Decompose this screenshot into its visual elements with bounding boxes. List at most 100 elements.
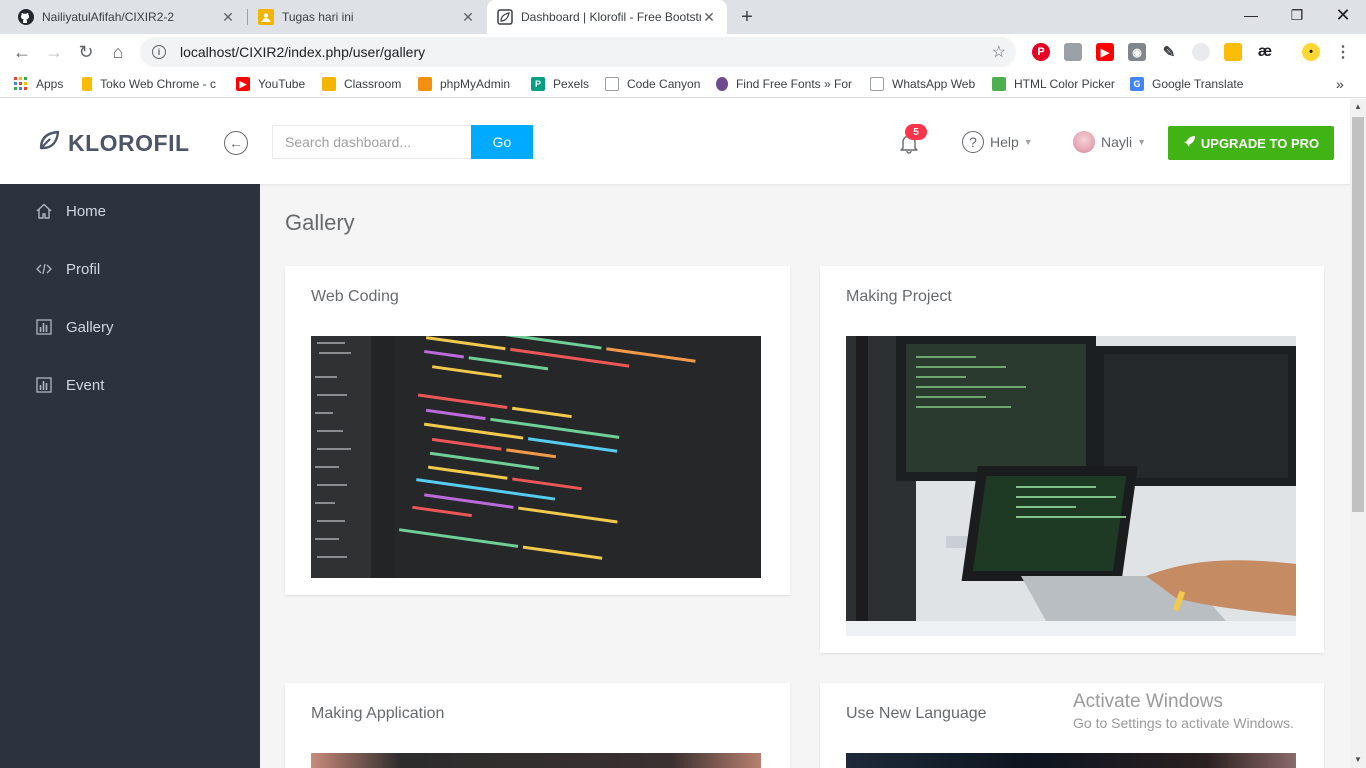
bookmark-webstore[interactable]: Toko Web Chrome - c [82, 75, 216, 93]
brand-logo[interactable]: KLOROFIL [38, 129, 190, 157]
avatar [1073, 131, 1095, 153]
bookmark-label: Find Free Fonts » For [735, 77, 852, 91]
profile-icon[interactable]: • [1302, 43, 1320, 61]
bookmark-codecanyon[interactable]: Code Canyon [605, 75, 700, 93]
classroom-icon [322, 77, 336, 91]
page-scrollbar[interactable]: ▲ ▼ [1350, 99, 1366, 768]
camera-icon[interactable]: ◉ [1128, 43, 1146, 61]
restore-button[interactable]: ❐ [1274, 0, 1320, 30]
question-icon: ? [962, 131, 984, 153]
user-name: Nayli [1101, 134, 1133, 150]
bookmark-star-icon[interactable]: ☆ [992, 42, 1006, 62]
main-content: Gallery Web Coding Making Project Making… [260, 184, 1350, 768]
color-picker-icon [992, 77, 1006, 91]
bookmark-youtube[interactable]: ▶ YouTube [236, 75, 305, 93]
home-button[interactable]: ⌂ [106, 40, 130, 64]
close-window-button[interactable]: ✕ [1320, 0, 1366, 30]
page-viewport: KLOROFIL ← Search dashboard... Go 5 ? He… [0, 99, 1366, 768]
bookmark-label: phpMyAdmin [440, 77, 511, 91]
bookmark-colorpicker[interactable]: HTML Color Picker [992, 75, 1115, 93]
close-tab-icon[interactable]: ✕ [460, 9, 476, 25]
new-tab-button[interactable]: + [735, 5, 759, 29]
sidebar-item-label: Gallery [66, 318, 114, 336]
bookmark-label: WhatsApp Web [892, 77, 976, 91]
upgrade-label: UPGRADE TO PRO [1200, 135, 1320, 151]
code-screenshot-image [311, 336, 761, 578]
bookmarks-overflow-icon[interactable]: » [1336, 75, 1344, 93]
page-title: Gallery [285, 210, 355, 235]
gallery-card: Making Application [285, 683, 790, 768]
brand-name: KLOROFIL [68, 129, 190, 156]
page-icon [605, 77, 619, 91]
card-title: Making Project [846, 288, 952, 305]
language-photo-image [846, 753, 1296, 768]
back-button[interactable]: ← [10, 40, 34, 64]
bookmark-label: Toko Web Chrome - c [100, 77, 216, 91]
notification-count-badge: 5 [905, 124, 927, 140]
gallery-card: Web Coding [285, 266, 790, 595]
bookmark-label: Classroom [344, 77, 402, 91]
scroll-down-icon[interactable]: ▼ [1354, 756, 1362, 764]
reload-button[interactable]: ↻ [74, 40, 98, 64]
info-icon[interactable]: i [152, 45, 166, 59]
pen-icon[interactable]: ✎ [1160, 43, 1178, 61]
ae-extension-icon[interactable]: æ [1256, 43, 1274, 61]
bookmark-phpmyadmin[interactable]: phpMyAdmin [418, 75, 510, 93]
scrollbar-thumb[interactable] [1352, 117, 1364, 512]
url-text[interactable]: localhost/CIXIR2/index.php/user/gallery [180, 44, 425, 60]
leaf-icon [38, 129, 60, 157]
sidebar-toggle-button[interactable]: ← [224, 131, 248, 155]
youtube-icon: ▶ [236, 77, 250, 91]
scroll-up-icon[interactable]: ▲ [1354, 103, 1362, 111]
minimize-button[interactable]: — [1228, 0, 1274, 30]
gallery-card: Making Project [820, 266, 1324, 653]
yellow-extension-icon[interactable] [1224, 43, 1242, 61]
browser-tab-dashboard[interactable]: Dashboard | Klorofil - Free Bootstr ✕ [487, 0, 727, 34]
bookmark-classroom[interactable]: Classroom [322, 75, 401, 93]
bookmark-pexels[interactable]: P Pexels [531, 75, 589, 93]
sidebar-item-event[interactable]: Event [0, 358, 260, 412]
rocket-icon [1183, 135, 1196, 151]
sidebar-item-label: Home [66, 202, 107, 220]
pexels-icon: P [531, 77, 545, 91]
chevron-down-icon: ▼ [1023, 137, 1033, 147]
pinterest-icon[interactable]: P [1032, 43, 1050, 61]
help-label: Help [990, 134, 1019, 150]
bookmark-whatsapp[interactable]: WhatsApp Web [870, 75, 975, 93]
bookmark-translate[interactable]: G Google Translate [1130, 75, 1243, 93]
top-navbar: KLOROFIL ← Search dashboard... Go 5 ? He… [0, 99, 1350, 184]
youtube-extension-icon[interactable]: ▶ [1096, 43, 1114, 61]
sidebar-item-gallery[interactable]: Gallery [0, 300, 260, 354]
tab-title: Tugas hari ini [282, 10, 354, 24]
forward-button[interactable]: → [42, 40, 66, 64]
arrow-left-icon: ← [229, 135, 243, 151]
upgrade-to-pro-button[interactable]: UPGRADE TO PRO [1168, 126, 1334, 160]
phpmyadmin-icon [418, 77, 432, 91]
sidebar-item-profil[interactable]: Profil [0, 242, 260, 296]
menu-kebab-icon[interactable]: ⋮ [1334, 43, 1352, 61]
browser-tab-classroom[interactable]: Tugas hari ini ✕ [248, 0, 486, 34]
chevron-down-icon: ▼ [1137, 137, 1147, 147]
address-bar[interactable]: i localhost/CIXIR2/index.php/user/galler… [140, 37, 1016, 67]
sidebar-item-home[interactable]: Home [0, 184, 260, 238]
search-input[interactable]: Search dashboard... [272, 125, 472, 159]
shield-icon[interactable] [1064, 43, 1082, 61]
bookmark-label: Apps [36, 77, 64, 91]
browser-tab-github[interactable]: NailiyatulAfifah/CIXIR2-2 ✕ [8, 0, 246, 34]
bookmark-label: Pexels [553, 77, 590, 91]
card-title: Making Application [311, 705, 445, 722]
code-icon [34, 259, 54, 279]
close-tab-icon[interactable]: ✕ [220, 9, 236, 25]
tab-title: Dashboard | Klorofil - Free Bootstr [521, 10, 701, 24]
extension-dot-icon[interactable] [1192, 43, 1210, 61]
card-title: Use New Language [846, 705, 987, 722]
bookmark-apps[interactable]: Apps [14, 75, 63, 93]
user-dropdown[interactable]: Nayli ▼ [1073, 131, 1146, 153]
bookmark-fonts[interactable]: Find Free Fonts » For [716, 75, 852, 93]
bar-chart-icon [34, 375, 54, 395]
close-tab-icon[interactable]: ✕ [701, 9, 717, 25]
search-go-button[interactable]: Go [471, 125, 533, 159]
bookmark-label: Google Translate [1152, 77, 1244, 91]
help-dropdown[interactable]: ? Help ▼ [962, 131, 1033, 153]
workspace-photo-image [846, 336, 1296, 636]
